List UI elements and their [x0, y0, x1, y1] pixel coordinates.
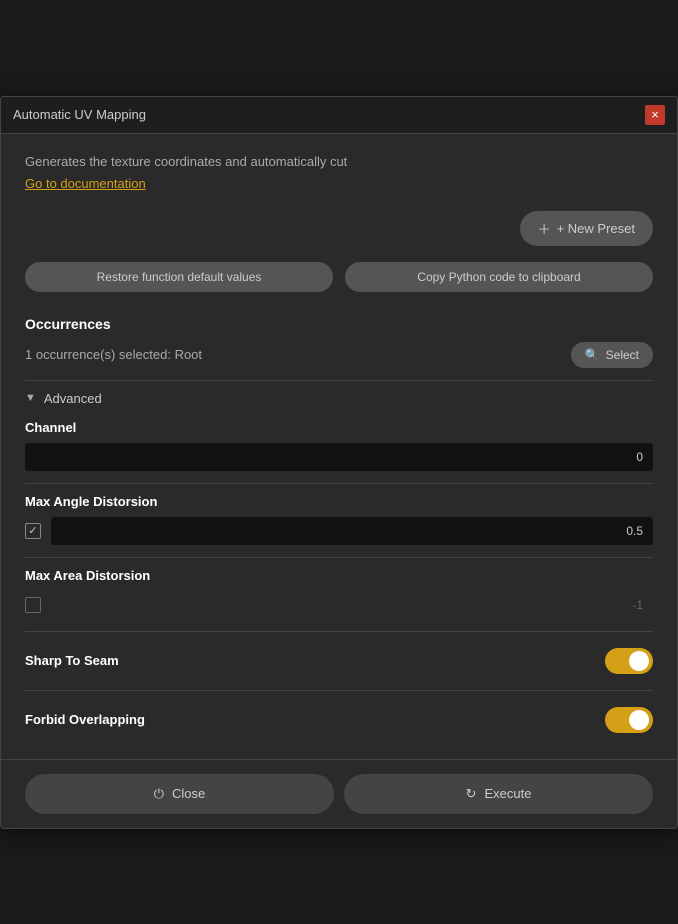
main-content: Generates the texture coordinates and au… — [1, 134, 677, 759]
max-area-value: -1 — [632, 598, 643, 612]
channel-label: Channel — [25, 420, 653, 435]
execute-label: Execute — [484, 786, 531, 801]
max-area-section: Max Area Distorsion -1 — [25, 568, 653, 619]
new-preset-label: + New Preset — [557, 221, 635, 236]
top-actions: ＋ + New Preset — [25, 211, 653, 246]
close-label: Close — [172, 786, 205, 801]
close-window-button[interactable]: × — [645, 105, 665, 125]
max-angle-row: 0.5 — [25, 517, 653, 545]
copy-python-button[interactable]: Copy Python code to clipboard — [345, 262, 653, 292]
occurrences-title: Occurrences — [25, 316, 653, 332]
execute-button[interactable]: ↻ Execute — [344, 774, 653, 814]
channel-slider[interactable]: 0 — [25, 443, 653, 471]
sharp-to-seam-toggle[interactable] — [605, 648, 653, 674]
description-text: Generates the texture coordinates and au… — [25, 154, 653, 169]
sharp-to-seam-label: Sharp To Seam — [25, 653, 119, 668]
main-window: Automatic UV Mapping × Generates the tex… — [0, 96, 678, 829]
occurrences-row: 1 occurrence(s) selected: Root 🔍 Select — [25, 342, 653, 368]
occurrences-text: 1 occurrence(s) selected: Root — [25, 347, 202, 362]
select-button[interactable]: 🔍 Select — [571, 342, 653, 368]
divider-1 — [25, 380, 653, 381]
close-button[interactable]: ⏻ Close — [25, 774, 334, 814]
search-icon: 🔍 — [585, 348, 600, 362]
channel-section: Channel 0 — [25, 420, 653, 471]
select-label: Select — [606, 348, 639, 362]
window-title: Automatic UV Mapping — [13, 107, 146, 122]
max-area-checkbox[interactable] — [25, 597, 41, 613]
refresh-icon: ↻ — [466, 786, 477, 802]
new-preset-button[interactable]: ＋ + New Preset — [520, 211, 653, 246]
forbid-overlapping-toggle[interactable] — [605, 707, 653, 733]
forbid-overlapping-row: Forbid Overlapping — [25, 701, 653, 739]
max-angle-slider[interactable]: 0.5 — [51, 517, 653, 545]
divider-2 — [25, 483, 653, 484]
documentation-link[interactable]: Go to documentation — [25, 176, 146, 191]
advanced-header[interactable]: ▼ Advanced — [25, 391, 653, 406]
max-angle-section: Max Angle Distorsion 0.5 — [25, 494, 653, 545]
max-angle-value: 0.5 — [626, 524, 643, 538]
divider-4 — [25, 631, 653, 632]
advanced-label: Advanced — [44, 391, 102, 406]
divider-3 — [25, 557, 653, 558]
power-icon: ⏻ — [154, 786, 164, 802]
footer: ⏻ Close ↻ Execute — [1, 759, 677, 828]
max-angle-label: Max Angle Distorsion — [25, 494, 653, 509]
max-area-row: -1 — [25, 591, 653, 619]
occurrences-section: Occurrences 1 occurrence(s) selected: Ro… — [25, 316, 653, 368]
divider-5 — [25, 690, 653, 691]
max-angle-checkbox[interactable] — [25, 523, 41, 539]
titlebar: Automatic UV Mapping × — [1, 97, 677, 134]
plus-icon: ＋ — [538, 219, 551, 238]
channel-value: 0 — [636, 450, 643, 464]
forbid-overlapping-label: Forbid Overlapping — [25, 712, 145, 727]
middle-actions: Restore function default values Copy Pyt… — [25, 262, 653, 292]
restore-defaults-button[interactable]: Restore function default values — [25, 262, 333, 292]
max-area-slider[interactable]: -1 — [51, 591, 653, 619]
chevron-down-icon: ▼ — [25, 392, 36, 404]
max-area-label: Max Area Distorsion — [25, 568, 653, 583]
sharp-to-seam-row: Sharp To Seam — [25, 642, 653, 680]
